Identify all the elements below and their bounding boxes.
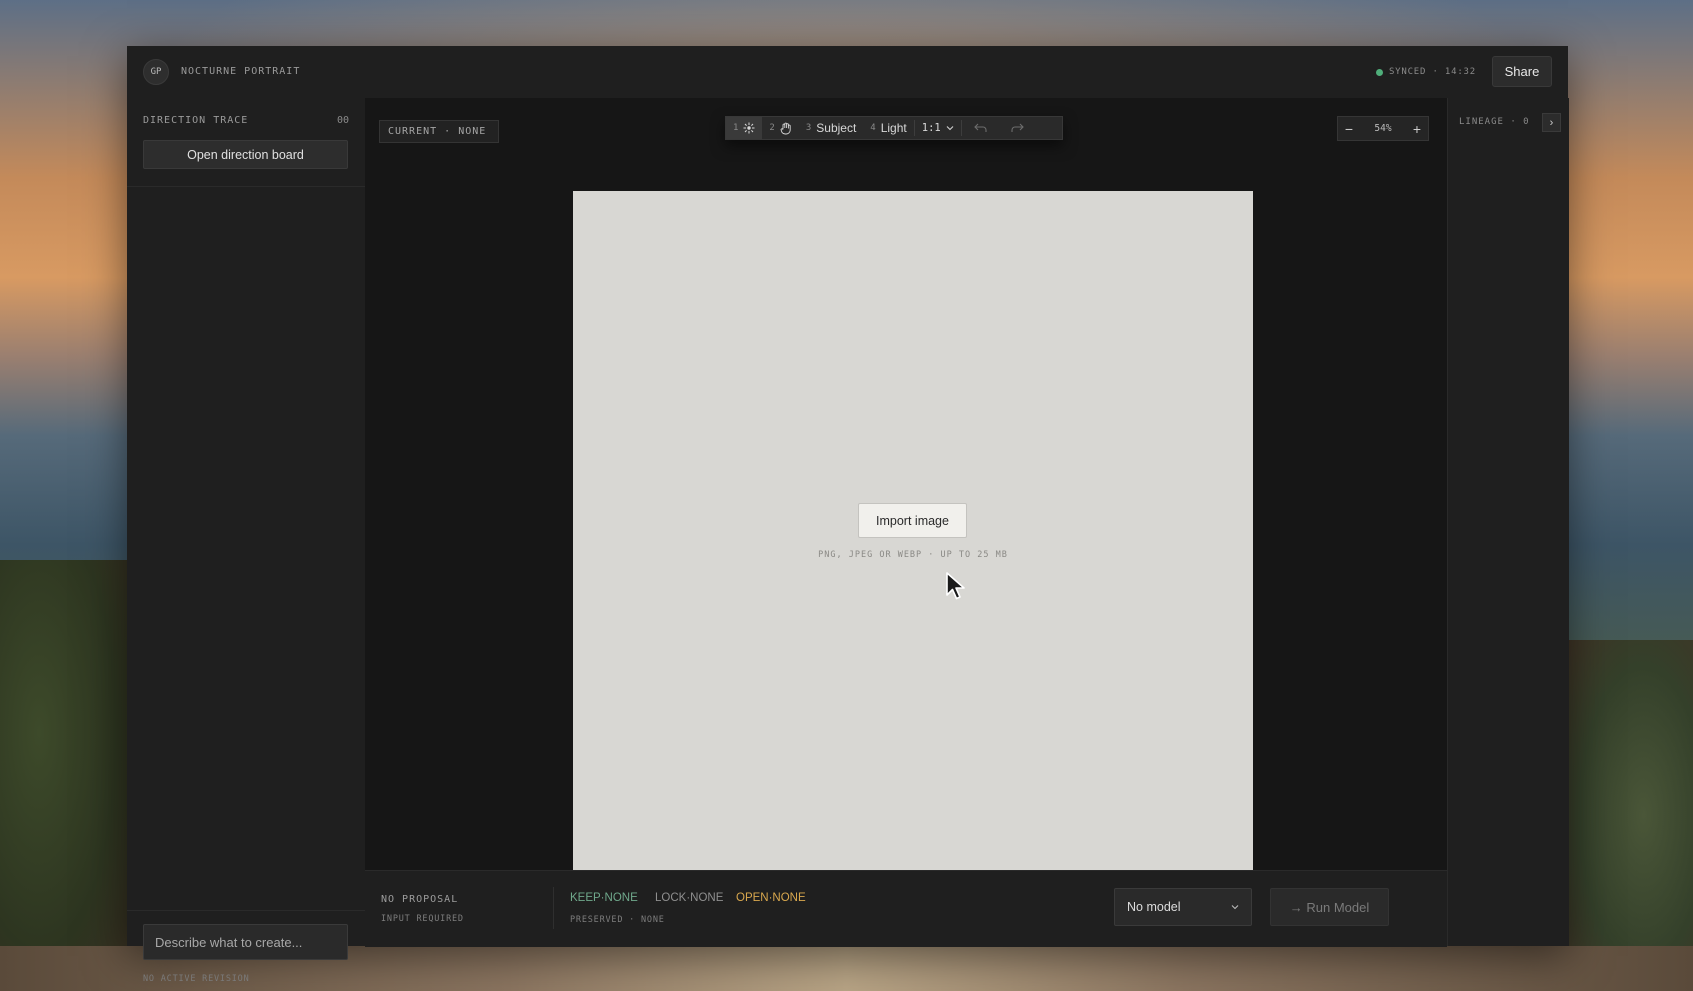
lineage-label: LINEAGE · 0 [1459,117,1530,127]
current-badge: CURRENT · NONE [379,120,499,143]
canvas-area: CURRENT · NONE 1 2 3 Subject 4 Light 1:1… [365,98,1447,871]
divider [127,910,365,911]
tool-hand[interactable]: 2 [762,117,798,139]
tool-number: 4 [870,123,876,133]
top-bar: GP NOCTURNE PORTRAIT SYNCED · 14:32 Shar… [127,46,1568,99]
tool-magic-select[interactable]: 1 [726,117,763,139]
mouse-cursor-icon [946,572,965,600]
zoom-level: 54% [1374,123,1392,134]
prompt-input[interactable] [143,924,348,960]
lock-status[interactable]: LOCK·NONE [655,892,723,904]
redo-button[interactable] [999,117,1036,139]
direction-trace-count: 00 [336,115,349,126]
bottom-bar: NO PROPOSAL INPUT REQUIRED KEEP·NONE LOC… [365,870,1447,947]
keep-status[interactable]: KEEP·NONE [570,892,638,904]
background-foliage-left [0,560,130,991]
import-image-button[interactable]: Import image [858,503,967,538]
lineage-expand-button[interactable]: › [1542,113,1561,132]
avatar[interactable]: GP [143,59,169,85]
artboard[interactable]: Import image PNG, JPEG OR WEBP · UP TO 2… [573,191,1253,871]
zoom-in-button[interactable]: + [1406,117,1428,140]
model-select[interactable]: No model [1114,888,1252,926]
sync-status-text: SYNCED · 14:32 [1388,67,1476,77]
project-title: NOCTURNE PORTRAIT [181,66,301,77]
tool-light-label: Light [880,121,907,135]
right-panel: LINEAGE · 0 › [1447,98,1569,946]
magic-select-icon [743,122,755,134]
model-select-value: No model [1127,900,1181,914]
preserved-status: PRESERVED · NONE [570,915,665,925]
open-status[interactable]: OPEN·NONE [736,892,806,904]
tool-number: 1 [733,123,739,133]
redo-icon [1011,123,1024,132]
share-button[interactable]: Share [1492,56,1552,87]
chevron-down-icon [946,126,954,131]
undo-button[interactable] [962,117,999,139]
sync-status: SYNCED · 14:32 [1375,67,1476,77]
aspect-ratio-value: 1:1 [921,122,941,134]
revision-status: NO ACTIVE REVISION [143,974,250,984]
tool-subject-label: Subject [816,121,857,135]
sync-dot-icon [1375,68,1383,76]
app-window: GP NOCTURNE PORTRAIT SYNCED · 14:32 Shar… [127,46,1569,984]
tool-subject[interactable]: 3 Subject [799,117,863,139]
run-model-button[interactable]: → Run Model [1270,888,1389,926]
chevron-down-icon [1231,905,1239,910]
direction-trace-label: DIRECTION TRACE [143,115,249,126]
canvas-toolbar: 1 2 3 Subject 4 Light 1:1 [725,116,1063,140]
background-foliage-right [1569,640,1693,991]
tool-number: 2 [769,123,775,133]
zoom-out-button[interactable]: − [1338,117,1360,140]
open-direction-board-button[interactable]: Open direction board [143,140,348,169]
import-hint: PNG, JPEG OR WEBP · UP TO 25 MB [818,550,1008,560]
tool-light[interactable]: 4 Light [863,117,913,139]
left-panel: DIRECTION TRACE 00 Open direction board … [127,98,366,984]
undo-icon [973,123,987,132]
hand-icon [780,122,791,134]
divider [127,186,365,187]
aspect-ratio-dropdown[interactable]: 1:1 [915,117,961,139]
proposal-status: NO PROPOSAL [381,894,459,905]
zoom-control: − 54% + [1337,116,1429,141]
tool-number: 3 [805,123,812,133]
input-required-status: INPUT REQUIRED [381,914,464,924]
divider [553,887,554,929]
